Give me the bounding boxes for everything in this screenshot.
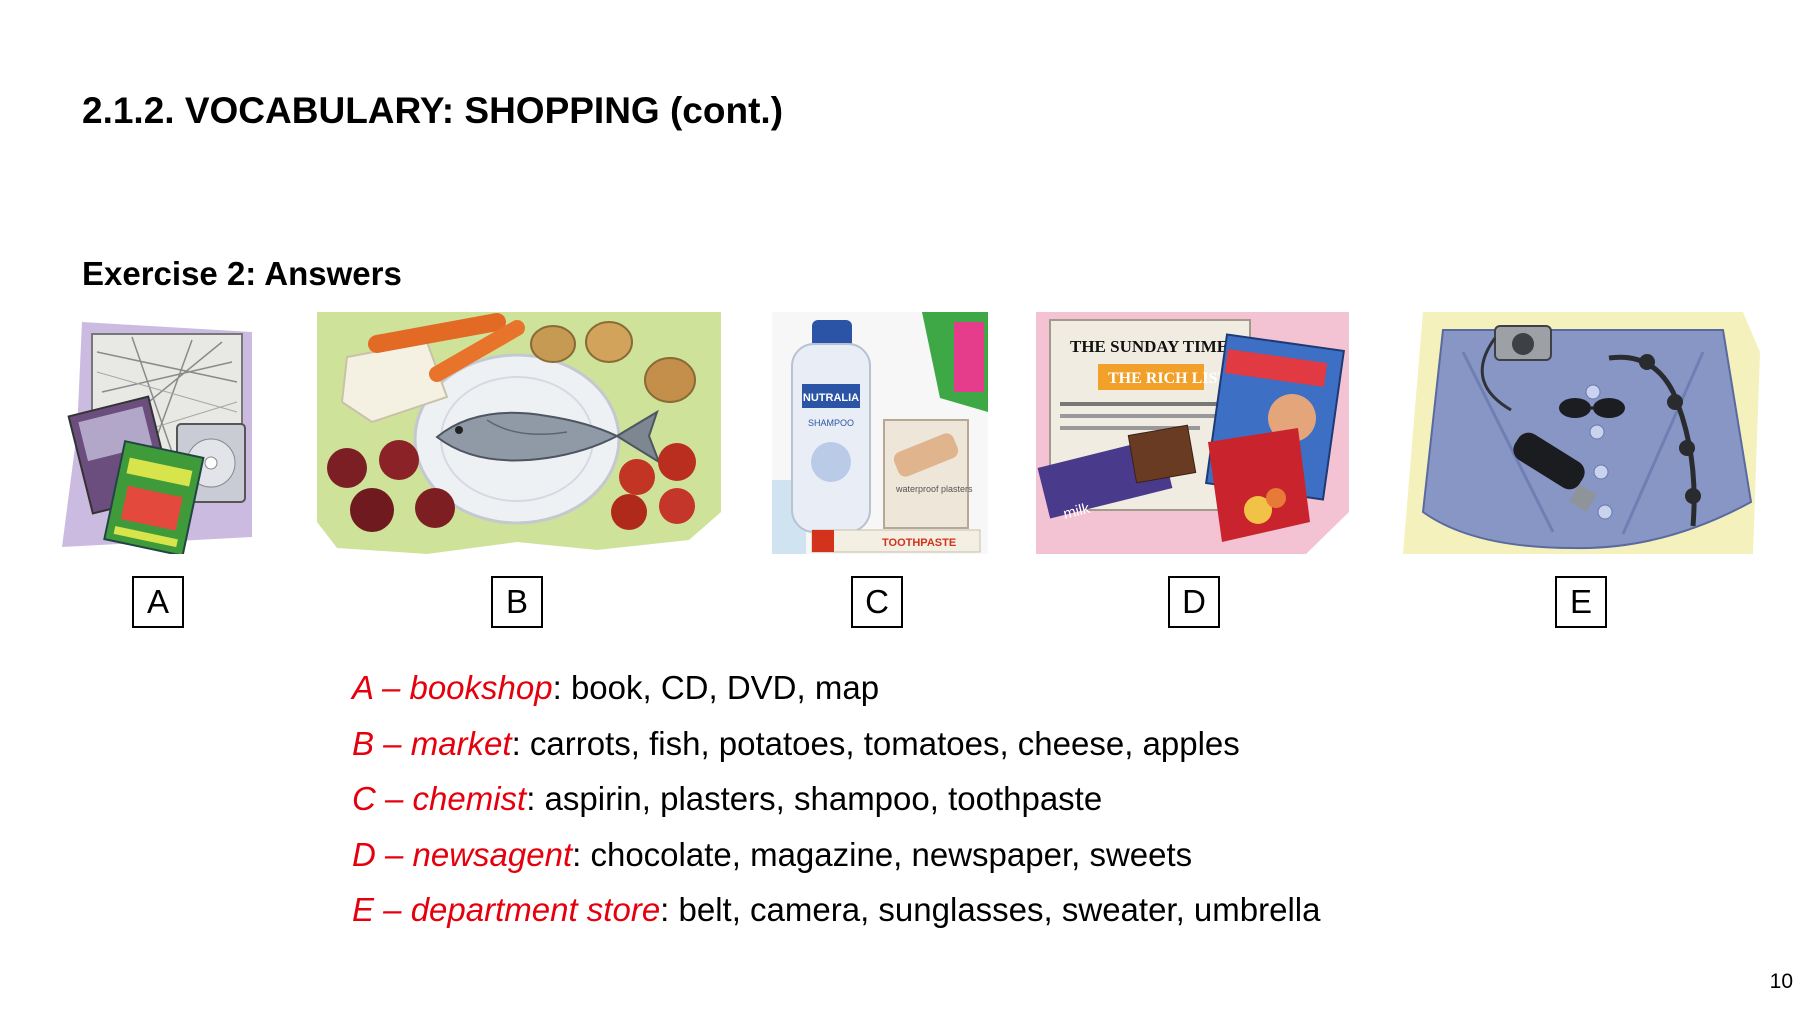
photo-e-department-store-items <box>1403 312 1760 554</box>
exercise-heading: Exercise 2: Answers <box>82 255 402 292</box>
answer-key: E – department store <box>352 891 661 928</box>
toothpaste-tube: TOOTHPASTE <box>811 529 981 553</box>
answer-key: A – bookshop <box>352 669 553 706</box>
sweets-item <box>1208 428 1310 542</box>
photo-label-e: E <box>1555 576 1607 628</box>
sweater-item <box>1421 329 1753 550</box>
answer-key: B – market <box>352 724 512 762</box>
answer-line-c: C – chemist: aspirin, plasters, shampoo,… <box>352 775 1320 831</box>
slide-title: 2.1.2. VOCABULARY: SHOPPING (cont.) <box>82 90 784 131</box>
answer-items: : belt, camera, sunglasses, sweater, umb… <box>660 891 1321 928</box>
svg-text:NUTRALIA: NUTRALIA <box>803 392 859 404</box>
answer-key: C – chemist <box>352 780 527 817</box>
photo-d-newsagent-items: THE SUNDAY TIMES THE RICH LIST milk <box>1036 312 1349 554</box>
answer-items: : carrots, fish, potatoes, tomatoes, che… <box>511 724 1240 762</box>
plasters-box: waterproof plasters <box>883 419 973 529</box>
photo-label-c: C <box>851 576 903 628</box>
svg-text:waterproof plasters: waterproof plasters <box>895 484 973 494</box>
svg-text:THE RICH LIST: THE RICH LIST <box>1108 370 1228 387</box>
svg-text:THE SUNDAY TIMES: THE SUNDAY TIMES <box>1070 337 1238 356</box>
answer-line-d: D – newsagent: chocolate, magazine, news… <box>352 831 1320 887</box>
answer-line-b: B – market: carrots, fish, potatoes, tom… <box>352 720 1320 776</box>
svg-text:TOOTHPASTE: TOOTHPASTE <box>882 537 956 549</box>
photo-label-d: D <box>1168 576 1220 628</box>
photo-c-chemist-items: NUTRALIA SHAMPOO waterproof plasters TOO… <box>772 312 988 554</box>
photo-b-market-items <box>317 312 721 554</box>
photo-label-b: B <box>491 576 543 628</box>
answer-items: : chocolate, magazine, newspaper, sweets <box>572 835 1193 873</box>
answer-key: D – newsagent <box>352 835 573 873</box>
shampoo-bottle: NUTRALIA SHAMPOO <box>791 320 871 533</box>
page-number: 10 <box>1769 970 1793 993</box>
photo-a-bookshop-items <box>52 312 256 554</box>
photo-label-a: A <box>132 576 184 628</box>
answer-items: : aspirin, plasters, shampoo, toothpaste <box>526 780 1103 817</box>
answer-line-a: A – bookshop: book, CD, DVD, map <box>352 664 1320 720</box>
answer-items: : book, CD, DVD, map <box>552 669 880 706</box>
svg-text:SHAMPOO: SHAMPOO <box>808 418 854 428</box>
answer-list: A – bookshop: book, CD, DVD, map B – mar… <box>352 664 1320 942</box>
answer-line-e: E – department store: belt, camera, sung… <box>352 886 1320 942</box>
